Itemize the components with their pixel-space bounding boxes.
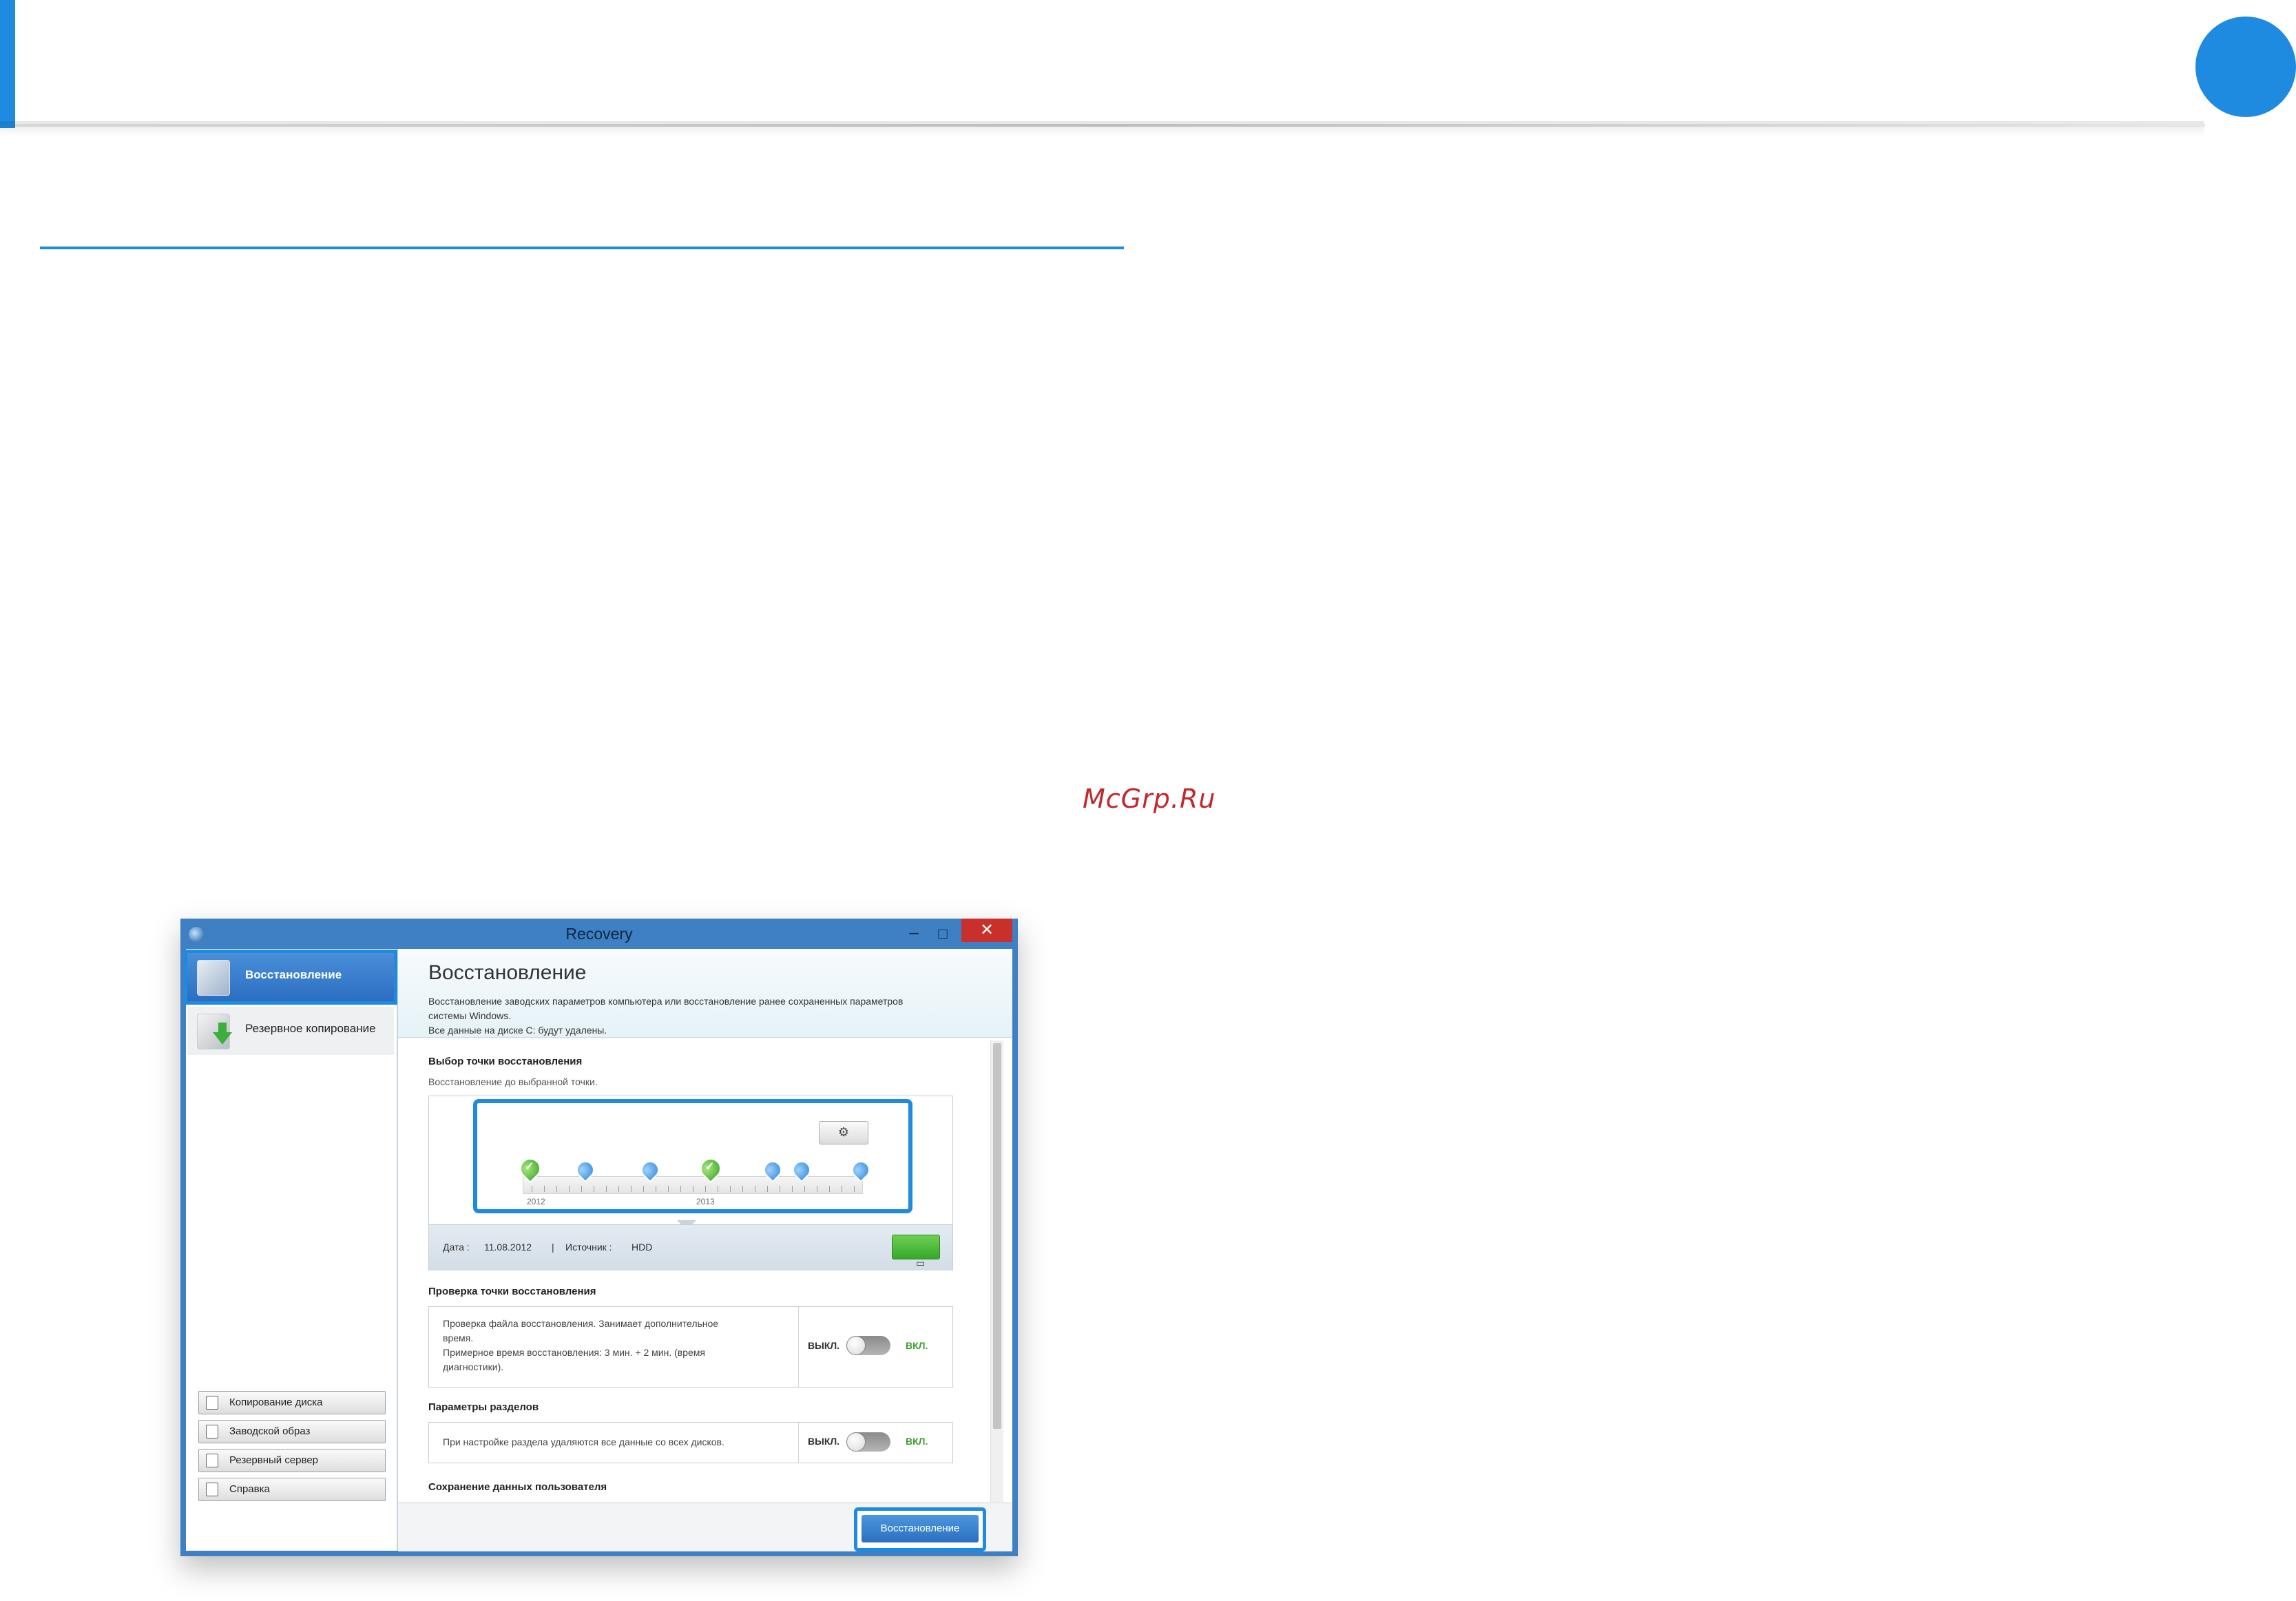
check-icon: ✓	[705, 1161, 715, 1173]
option-divider	[798, 1307, 799, 1387]
section-rule	[40, 247, 1124, 249]
preview-button[interactable]: ▭	[892, 1235, 940, 1268]
toggle-on-label: ВКЛ.	[906, 1340, 928, 1351]
check-icon: ✓	[525, 1161, 534, 1173]
button-label: Заводской образ	[229, 1425, 311, 1437]
partitions-section-title: Параметры разделов	[428, 1401, 539, 1413]
help-icon	[206, 1483, 218, 1496]
check-option-text: Проверка файла восстановления. Занимает …	[443, 1317, 766, 1374]
date-value: 11.08.2012	[484, 1242, 532, 1253]
option-line: Примерное время восстановления: 3 мин. +…	[443, 1347, 705, 1358]
description-line: Все данные на диске C: будут удалены.	[428, 1025, 607, 1036]
watermark: McGrp.Ru	[1083, 784, 1216, 814]
restore-timeline-panel: ⚙ ✓ ✓ 2012 2013 Дата: 11.08.2012 | Исто…	[428, 1096, 953, 1270]
sidebar-item-label: Восстановление	[245, 968, 342, 981]
description-line: системы Windows.	[428, 1010, 512, 1021]
option-line: время.	[443, 1332, 474, 1343]
toggle-off-label: ВЫКЛ.	[808, 1436, 840, 1447]
sidebar-item-label: Резервное копирование	[245, 1022, 376, 1035]
description-line: Восстановление заводских параметров комп…	[428, 996, 904, 1007]
page-title: Восстановление	[428, 961, 587, 984]
restore-point-info: Дата : 11.08.2012 | Источник : HDD ▭	[429, 1224, 952, 1270]
restore-point-subtitle: Восстановление до выбранной точки.	[428, 1076, 598, 1087]
main-panel: Восстановление Восстановление заводских …	[398, 949, 1012, 1551]
timeline-year: 2013	[696, 1197, 715, 1206]
option-divider	[798, 1423, 799, 1463]
close-button[interactable]: ✕	[961, 919, 1012, 942]
user-data-section-title: Сохранение данных пользователя	[428, 1481, 607, 1493]
header-line	[15, 124, 2205, 127]
partitions-option-box: При настройке раздела удаляются все данн…	[428, 1422, 953, 1463]
window-title: Recovery	[565, 925, 633, 943]
disk-restore-icon	[197, 960, 230, 996]
main-footer: Восстановление	[398, 1503, 1012, 1551]
main-header: Восстановление Восстановление заводских …	[398, 949, 1012, 1038]
factory-image-button[interactable]: Заводской образ	[198, 1420, 386, 1443]
button-label: Копирование диска	[229, 1396, 323, 1408]
check-section-title: Проверка точки восстановления	[428, 1286, 596, 1297]
option-line: Проверка файла восстановления. Занимает …	[443, 1318, 719, 1329]
restore-button-highlight: Восстановление	[854, 1507, 986, 1551]
partitions-toggle[interactable]	[846, 1432, 890, 1452]
sidebar-item-backup[interactable]: Резервное копирование	[187, 1007, 394, 1055]
button-label: Резервный сервер	[229, 1454, 319, 1466]
page-number-circle	[2195, 17, 2296, 117]
sidebar: Восстановление Резервное копирование Коп…	[184, 949, 398, 1551]
scrollbar-thumb[interactable]	[993, 1043, 1001, 1429]
recovery-window: Recovery – □ ✕ Восстановление Резервное …	[180, 919, 1018, 1556]
timeline-track[interactable]	[523, 1176, 863, 1194]
button-label: Справка	[229, 1483, 270, 1495]
timeline-highlight: ⚙ ✓ ✓ 2012 2013	[473, 1099, 912, 1213]
check-toggle[interactable]	[846, 1336, 890, 1355]
source-label: Источник :	[565, 1242, 612, 1253]
page-side-tab	[0, 0, 15, 128]
main-content: Выбор точки восстановления Восстановлени…	[398, 1038, 1012, 1503]
restore-button[interactable]: Восстановление	[862, 1515, 979, 1542]
restore-point-title: Выбор точки восстановления	[428, 1056, 583, 1067]
sidebar-item-restore[interactable]: Восстановление	[184, 950, 397, 1005]
timeline-search-button[interactable]: ⚙	[819, 1121, 868, 1144]
toggle-on-label: ВКЛ.	[906, 1436, 928, 1447]
disk-copy-icon	[206, 1396, 218, 1410]
timeline-year: 2012	[527, 1197, 545, 1206]
maximize-button[interactable]: □	[932, 924, 953, 945]
source-value: HDD	[632, 1242, 653, 1253]
page-description: Восстановление заводских параметров комп…	[428, 994, 979, 1038]
info-separator: |	[552, 1242, 554, 1253]
disk-backup-icon	[197, 1014, 232, 1049]
backup-server-button[interactable]: Резервный сервер	[198, 1449, 386, 1472]
factory-image-icon	[206, 1425, 218, 1438]
disk-copy-button[interactable]: Копирование диска	[198, 1391, 386, 1414]
help-button[interactable]: Справка	[198, 1478, 386, 1501]
date-label: Дата :	[443, 1242, 470, 1253]
window-client: Восстановление Резервное копирование Коп…	[184, 949, 1012, 1551]
option-line: диагностики).	[443, 1361, 504, 1372]
check-option-box: Проверка файла восстановления. Занимает …	[428, 1306, 953, 1388]
window-titlebar[interactable]: Recovery – □ ✕	[180, 919, 1018, 949]
laptop-search-icon: ▭	[916, 1257, 926, 1268]
content-scrollbar[interactable]	[990, 1040, 1003, 1502]
backup-server-icon	[206, 1454, 218, 1467]
minimize-button[interactable]: –	[904, 924, 924, 945]
partitions-option-text: При настройке раздела удаляются все данн…	[443, 1436, 724, 1447]
toggle-off-label: ВЫКЛ.	[808, 1340, 840, 1351]
